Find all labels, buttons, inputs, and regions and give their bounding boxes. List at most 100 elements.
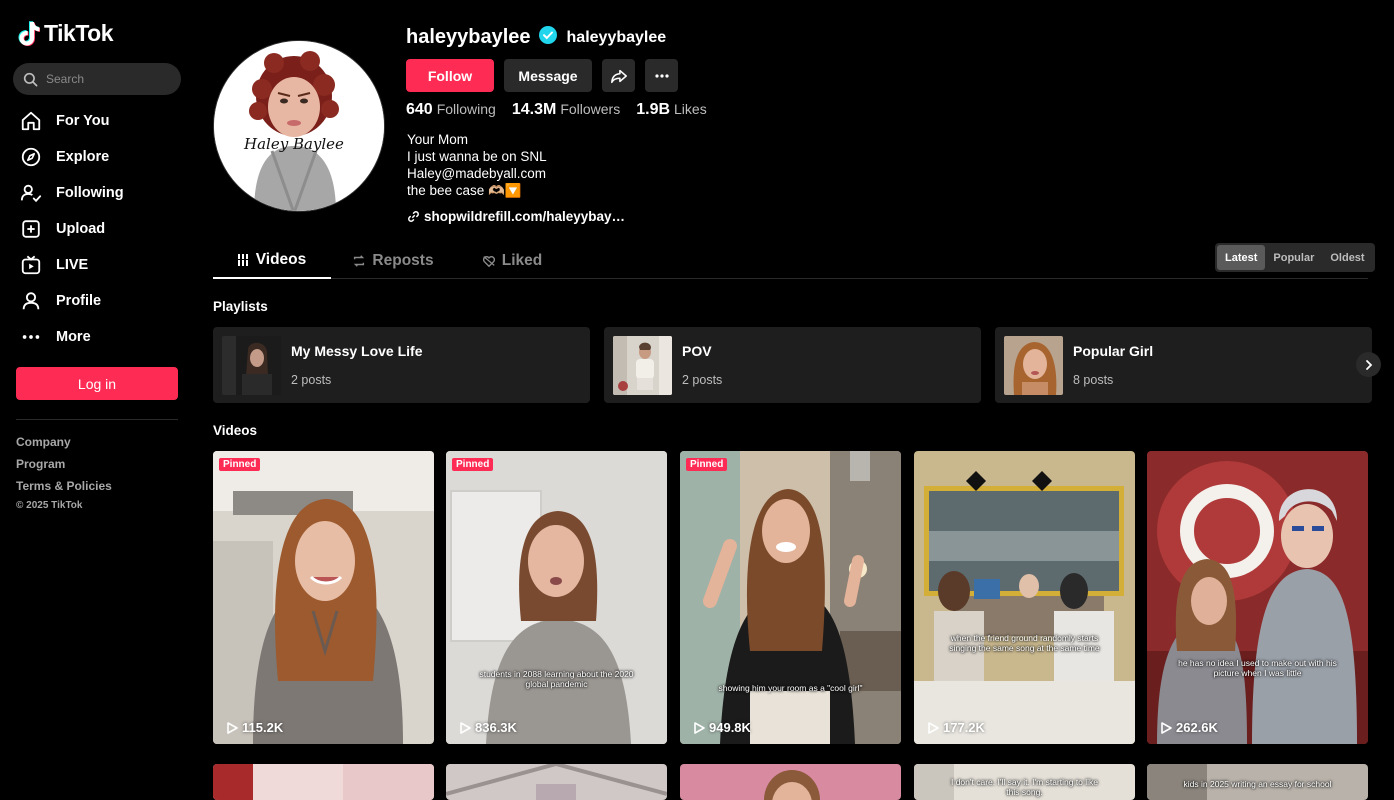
sort-option-latest[interactable]: Latest [1217,245,1266,270]
footer-link-program[interactable]: Program [16,456,112,478]
tab-reposts[interactable]: Reposts [343,243,443,279]
video-thumbnail [446,451,667,744]
main-nav: For You Explore Following Upload LIVE Pr… [16,103,180,355]
sidebar: TikTok For You Explore [0,0,196,800]
nav-item-following[interactable]: Following [16,175,180,211]
tab-label: Liked [501,252,543,269]
tab-label: Videos [255,251,307,268]
video-card[interactable]: I don't care. I'll say it. I'm starting … [914,764,1135,800]
more-options-button[interactable] [645,59,678,92]
pinned-badge: Pinned [686,458,728,471]
share-button[interactable] [602,59,635,92]
playlists-heading: Playlists [213,299,268,314]
playlists-next-button[interactable] [1356,352,1381,377]
video-caption: I don't care. I'll say it. I'm starting … [950,777,1099,797]
playlist-count: 2 posts [682,373,723,387]
sort-option-oldest[interactable]: Oldest [1322,245,1372,270]
playlist-title: POV [682,343,712,359]
stat-likes: 1.9B Likes [636,101,706,119]
stat-value: 640 [406,101,433,118]
sort-option-popular[interactable]: Popular [1265,245,1322,270]
tiktok-logo[interactable]: TikTok [18,20,114,47]
video-thumbnail [680,451,901,744]
video-thumbnail [680,764,901,800]
playlist-card[interactable]: My Messy Love Life 2 posts [213,327,590,403]
video-card[interactable]: he has no idea I used to make out with h… [1147,451,1368,744]
stat-followers[interactable]: 14.3M Followers [512,101,620,119]
link-icon [408,211,419,222]
video-card[interactable]: Pinned 115.2K [213,451,434,744]
profile-link[interactable]: shopwildrefill.com/haleyybay… [407,209,625,224]
nav-item-for-you[interactable]: For You [16,103,180,139]
message-button[interactable]: Message [504,59,592,92]
tiktok-note-icon [18,21,40,46]
video-card[interactable]: kids in 2025 writing an essay for school [1147,764,1368,800]
profile-display-name: haleyybaylee [566,28,667,46]
footer-links: Company Program Terms & Policies © 2025 … [16,434,112,511]
video-views: 177.2K [927,720,985,735]
search-input[interactable] [46,72,166,86]
playlist-count: 8 posts [1073,373,1114,387]
logo-text: TikTok [44,20,114,46]
nav-label: Explore [56,149,110,165]
profile-avatar[interactable]: Haley Baylee [213,40,385,212]
search-icon [23,72,38,86]
avatar-signature: Haley Baylee [243,135,344,153]
nav-item-live[interactable]: LIVE [16,247,180,283]
login-button[interactable]: Log in [16,367,178,400]
nav-item-explore[interactable]: Explore [16,139,180,175]
nav-label: Profile [56,293,102,309]
video-card[interactable]: students in 2088 learning about the 2020… [446,451,667,744]
nav-label: LIVE [56,257,89,273]
footer-link-terms[interactable]: Terms & Policies [16,478,112,500]
video-card[interactable] [213,764,434,800]
liked-heart-icon [482,256,495,268]
pinned-badge: Pinned [219,458,261,471]
compass-icon [20,146,42,168]
nav-label: Following [56,185,124,201]
footer-link-company[interactable]: Company [16,434,112,456]
nav-item-more[interactable]: More [16,319,180,355]
playlist-title: My Messy Love Life [291,343,423,359]
bio-line: Your Mom [407,132,469,147]
video-card[interactable]: when the friend ground randomly starts s… [914,451,1135,744]
video-thumbnail [213,451,434,744]
copyright: © 2025 TikTok [16,500,83,511]
video-thumbnail [914,451,1135,744]
profile-username: haleyybaylee [406,26,531,48]
stat-label: Following [436,101,496,117]
play-icon [1161,721,1172,734]
playlist-title: Popular Girl [1073,343,1154,359]
verified-badge-icon [538,26,557,49]
video-caption: kids in 2025 writing an essay for school [1183,779,1332,789]
play-icon [694,721,705,734]
playlist-card[interactable]: POV 2 posts [604,327,981,403]
video-views: 262.6K [1160,720,1218,735]
video-card[interactable] [446,764,667,800]
follow-button[interactable]: Follow [406,59,494,92]
video-card[interactable]: showing him your room as a "cool girl" P… [680,451,901,744]
home-icon [20,110,42,132]
video-views: 115.2K [226,720,283,735]
view-count: 177.2K [943,720,985,735]
view-count: 262.6K [1176,720,1218,735]
bio-line: the bee case 🫶🏼🔽 [407,183,522,198]
grid-icon [237,254,248,266]
stat-value: 14.3M [511,101,557,118]
search-box[interactable] [13,63,181,95]
video-caption: when the friend ground randomly starts s… [949,633,1100,653]
sort-toggle: Latest Popular Oldest [1215,243,1375,272]
video-caption: he has no idea I used to make out with h… [1178,658,1337,678]
profile-stats: 640 Following 14.3M Followers 1.9B Likes [406,101,707,119]
upload-icon [20,218,42,240]
view-count: 836.3K [475,720,517,735]
tab-liked[interactable]: Liked [471,243,553,279]
nav-item-profile[interactable]: Profile [16,283,180,319]
playlist-card[interactable]: Popular Girl 8 posts [995,327,1372,403]
nav-item-upload[interactable]: Upload [16,211,180,247]
tab-videos[interactable]: Videos [213,243,331,279]
video-card[interactable] [680,764,901,800]
stat-following[interactable]: 640 Following [406,101,496,119]
stat-value: 1.9B [636,101,671,118]
more-dots-icon [654,73,669,78]
